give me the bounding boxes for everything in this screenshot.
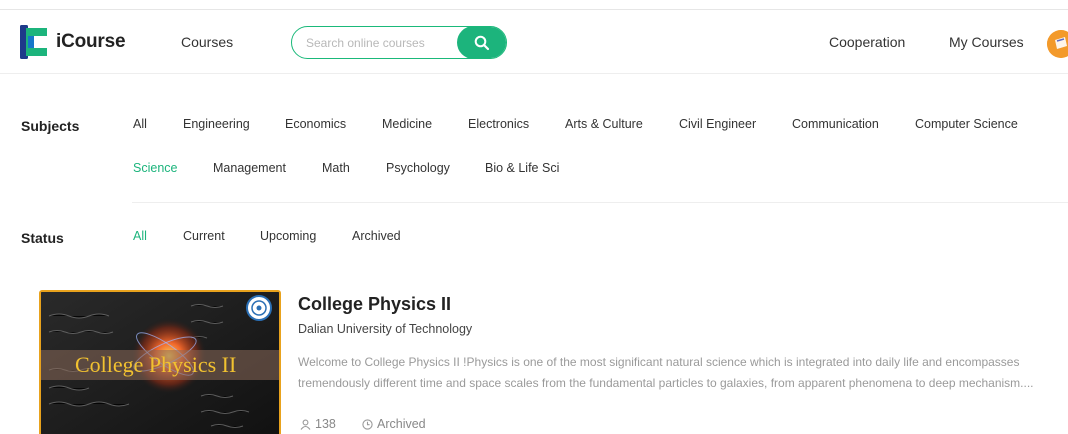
course-description: Welcome to College Physics II !Physics i…: [298, 352, 1068, 394]
subject-management[interactable]: Management: [213, 161, 286, 175]
course-thumbnail-title: College Physics II: [75, 352, 237, 377]
subject-math[interactable]: Math: [322, 161, 350, 175]
logo-mark-icon: [20, 25, 50, 59]
search-button[interactable]: [457, 27, 506, 58]
brand-logo[interactable]: iCourse: [20, 24, 126, 60]
course-status: Archived: [362, 417, 426, 431]
subject-arts-culture[interactable]: Arts & Culture: [565, 117, 643, 131]
subject-engineering[interactable]: Engineering: [183, 117, 250, 131]
subject-civil-engineer[interactable]: Civil Engineer: [679, 117, 756, 131]
course-university: Dalian University of Technology: [298, 322, 473, 336]
course-enrolled: 138: [300, 417, 336, 431]
status-all[interactable]: All: [133, 229, 147, 243]
subject-bio-life-sci[interactable]: Bio & Life Sci: [485, 161, 559, 175]
user-avatar[interactable]: [1047, 30, 1068, 58]
subject-science[interactable]: Science: [133, 161, 177, 175]
subject-psychology[interactable]: Psychology: [386, 161, 450, 175]
course-description-line-1: Welcome to College Physics II !Physics i…: [298, 355, 1020, 369]
site-header: iCourse Courses Cooperation My Courses: [0, 10, 1068, 74]
status-label: Status: [21, 230, 64, 246]
filter-divider: [132, 202, 1068, 203]
brand-name: iCourse: [56, 31, 126, 52]
subject-economics[interactable]: Economics: [285, 117, 346, 131]
search-bar: [291, 26, 507, 59]
search-input[interactable]: [306, 27, 456, 58]
course-description-line-2: tremendously different time and space sc…: [298, 376, 1034, 390]
course-enrolled-count: 138: [315, 417, 336, 431]
status-current[interactable]: Current: [183, 229, 225, 243]
course-status-text: Archived: [377, 417, 426, 431]
subject-medicine[interactable]: Medicine: [382, 117, 432, 131]
clock-icon: [362, 418, 373, 430]
nav-my-courses-link[interactable]: My Courses: [949, 34, 1024, 50]
nav-cooperation-link[interactable]: Cooperation: [829, 34, 905, 50]
search-icon: [474, 35, 490, 50]
subject-communication[interactable]: Communication: [792, 117, 879, 131]
course-title-link[interactable]: College Physics II: [298, 294, 451, 315]
subject-all[interactable]: All: [133, 117, 147, 131]
status-archived[interactable]: Archived: [352, 229, 401, 243]
status-upcoming[interactable]: Upcoming: [260, 229, 316, 243]
subject-electronics[interactable]: Electronics: [468, 117, 529, 131]
user-icon: [300, 419, 311, 430]
course-thumbnail[interactable]: College Physics II: [39, 290, 281, 434]
subjects-label: Subjects: [21, 118, 80, 134]
subject-computer-science[interactable]: Computer Science: [915, 117, 1018, 131]
nav-courses-link[interactable]: Courses: [181, 34, 233, 50]
